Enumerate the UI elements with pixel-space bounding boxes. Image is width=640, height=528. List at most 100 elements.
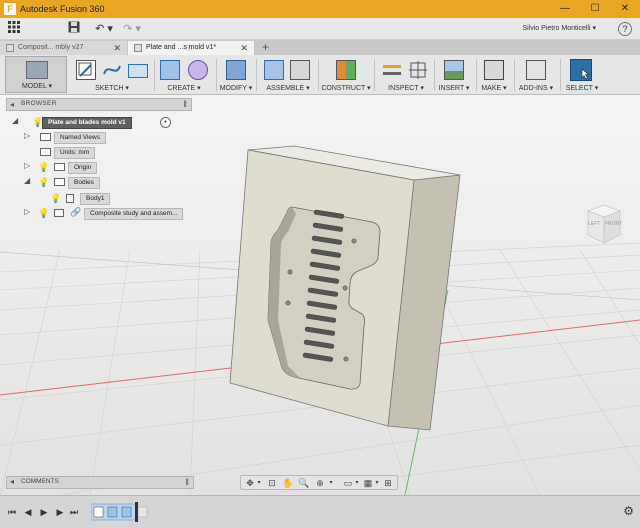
visibility-bulb-icon[interactable]: 💡 <box>38 177 49 187</box>
save-icon[interactable] <box>66 21 82 37</box>
model-workspace-icon <box>26 61 48 79</box>
close-tab-icon[interactable]: ✕ <box>113 41 121 55</box>
expand-arrow-icon[interactable]: ▷ <box>24 207 34 216</box>
step-back-icon[interactable]: ◀ <box>22 505 34 519</box>
close-tab-icon[interactable]: ✕ <box>240 41 248 55</box>
visibility-bulb-icon[interactable]: 💡 <box>38 208 49 218</box>
scripts-addins-icon[interactable] <box>526 60 546 80</box>
tab-composite-assembly[interactable]: Composit... mbly v27 ✕ <box>0 41 127 55</box>
measure-icon[interactable] <box>382 60 402 80</box>
viewcube-left-face[interactable]: LEFT <box>588 221 600 227</box>
quick-access-bar: ↶ ▾ ↷ ▾ Silvio Pietro Monticelli ▾ ? <box>0 18 640 40</box>
select-menu[interactable]: SELECT ▾ <box>562 84 602 92</box>
grid-icon[interactable] <box>6 21 22 37</box>
tree-item-bodies[interactable]: ◢ 💡 Bodies <box>24 176 144 189</box>
maximize-button[interactable]: ☐ <box>580 0 610 18</box>
expand-arrow-icon[interactable]: ▷ <box>24 161 34 170</box>
new-component-icon[interactable] <box>264 60 284 80</box>
modify-menu[interactable]: MODIFY ▾ <box>212 84 260 92</box>
viewcube-front-face[interactable]: FRONT <box>605 221 622 227</box>
zoom-icon[interactable]: 🔍 <box>297 477 311 489</box>
root-component-label[interactable]: Plate and blades mold v1 <box>42 117 132 129</box>
tree-item-label[interactable]: Composite study and assem... <box>84 208 184 220</box>
go-to-end-icon[interactable]: ⏭ <box>68 505 80 519</box>
redo-icon[interactable]: ↷ ▾ <box>120 21 144 37</box>
go-to-start-icon[interactable]: ⏮ <box>6 505 18 519</box>
offset-plane-icon[interactable] <box>336 60 356 80</box>
tree-item-label[interactable]: Body1 <box>80 193 111 205</box>
tree-item-body1[interactable]: 💡 Body1 <box>48 192 148 205</box>
zoom-dropdown-icon[interactable]: ▾ <box>327 477 335 489</box>
viewcube[interactable]: LEFT FRONT <box>584 203 624 245</box>
inspect-menu[interactable]: INSPECT ▾ <box>384 84 428 92</box>
press-pull-icon[interactable] <box>226 60 246 80</box>
close-window-button[interactable]: ✕ <box>610 0 640 18</box>
new-tab-button[interactable]: + <box>262 40 269 54</box>
tab-plate-and-blades-mold[interactable]: Plate and ...s mold v1* ✕ <box>128 41 254 55</box>
pan-hand-icon[interactable]: ✋ <box>281 477 295 489</box>
visibility-bulb-icon[interactable]: 💡 <box>50 193 61 203</box>
addins-menu[interactable]: ADD-INS ▾ <box>516 84 556 92</box>
collapse-browser-icon[interactable]: ◂ <box>10 100 14 109</box>
comments-panel[interactable]: ◂ COMMENTS ‖ <box>6 476 194 489</box>
expand-arrow-icon[interactable]: ▷ <box>24 131 34 140</box>
assemble-menu[interactable]: ASSEMBLE ▾ <box>262 84 314 92</box>
form-sphere-icon[interactable] <box>188 60 208 80</box>
toolbar-divider <box>514 59 515 91</box>
collapse-arrow-icon[interactable]: ◢ <box>24 176 34 185</box>
grid-dropdown-icon[interactable]: ▾ <box>373 477 381 489</box>
create-sketch-icon[interactable] <box>76 60 96 80</box>
section-analysis-icon[interactable] <box>408 60 428 80</box>
fit-icon[interactable]: ⊕ <box>313 477 327 489</box>
tree-item-label[interactable]: Units: mm <box>54 147 96 159</box>
tree-root[interactable]: ◢ 💡 Plate and blades mold v1 • <box>12 116 182 129</box>
look-at-icon[interactable]: ⊡ <box>265 477 279 489</box>
minimize-button[interactable]: — <box>550 0 580 18</box>
select-icon[interactable] <box>570 59 592 81</box>
pin-panel-icon[interactable]: ‖ <box>183 99 187 109</box>
rectangle-icon[interactable] <box>128 64 148 78</box>
browser-panel-header[interactable]: ◂ BROWSER ‖ <box>6 98 192 111</box>
tree-item-named-views[interactable]: ▷ Named Views <box>24 131 144 144</box>
document-icon <box>6 44 14 52</box>
line-icon[interactable] <box>102 60 122 80</box>
activate-component-icon[interactable]: • <box>160 117 171 128</box>
timeline-track[interactable] <box>90 502 153 522</box>
construct-menu[interactable]: CONSTRUCT ▾ <box>320 84 372 92</box>
viewports-icon[interactable]: ⊞ <box>381 477 395 489</box>
tree-item-origin[interactable]: ▷ 💡 Origin <box>24 161 144 174</box>
workspace-label: MODEL ▾ <box>21 83 53 90</box>
insert-menu[interactable]: INSERT ▾ <box>436 84 472 92</box>
tree-item-label[interactable]: Named Views <box>54 132 106 144</box>
step-forward-icon[interactable]: ▶ <box>54 505 66 519</box>
help-button[interactable]: ? <box>618 22 632 36</box>
workspace-selector[interactable]: MODEL ▾ <box>5 56 67 93</box>
orbit-dropdown-icon[interactable]: ▾ <box>255 477 263 489</box>
pin-panel-icon[interactable]: ‖ <box>185 477 189 487</box>
undo-icon[interactable]: ↶ ▾ <box>92 21 116 37</box>
collapse-comments-icon[interactable]: ◂ <box>10 477 14 486</box>
component-icon <box>54 209 64 217</box>
collapse-arrow-icon[interactable]: ◢ <box>12 116 22 125</box>
display-dropdown-icon[interactable]: ▾ <box>353 477 361 489</box>
user-menu[interactable]: Silvio Pietro Monticelli ▾ <box>522 24 596 32</box>
navigation-bar: ✥ ▾ ⊡ ✋ 🔍 ⊕ ▾ ▭ ▾ ▦ ▾ ⊞ <box>240 475 398 490</box>
create-menu[interactable]: CREATE ▾ <box>160 84 208 92</box>
extrude-icon[interactable] <box>160 60 180 80</box>
folder-icon <box>40 133 51 141</box>
document-tab-bar: Composit... mbly v27 ✕ Plate and ...s mo… <box>0 40 640 55</box>
3d-print-icon[interactable] <box>484 60 504 80</box>
sketch-menu[interactable]: SKETCH ▾ <box>88 84 136 92</box>
tree-item-composite-study[interactable]: ▷ 💡 🔗 Composite study and assem... <box>24 207 194 220</box>
tree-item-label[interactable]: Bodies <box>68 177 100 189</box>
make-menu[interactable]: MAKE ▾ <box>478 84 510 92</box>
gear-icon[interactable]: ⚙ <box>623 504 634 518</box>
tree-item-label[interactable]: Origin <box>68 162 98 174</box>
play-icon[interactable]: ▶ <box>38 505 50 519</box>
tree-item-units[interactable]: Units: mm <box>24 146 144 159</box>
visibility-bulb-icon[interactable]: 💡 <box>32 117 43 127</box>
joint-icon[interactable] <box>290 60 310 80</box>
toolbar-divider <box>318 59 319 91</box>
insert-image-icon[interactable] <box>444 60 464 80</box>
visibility-bulb-icon[interactable]: 💡 <box>38 162 49 172</box>
